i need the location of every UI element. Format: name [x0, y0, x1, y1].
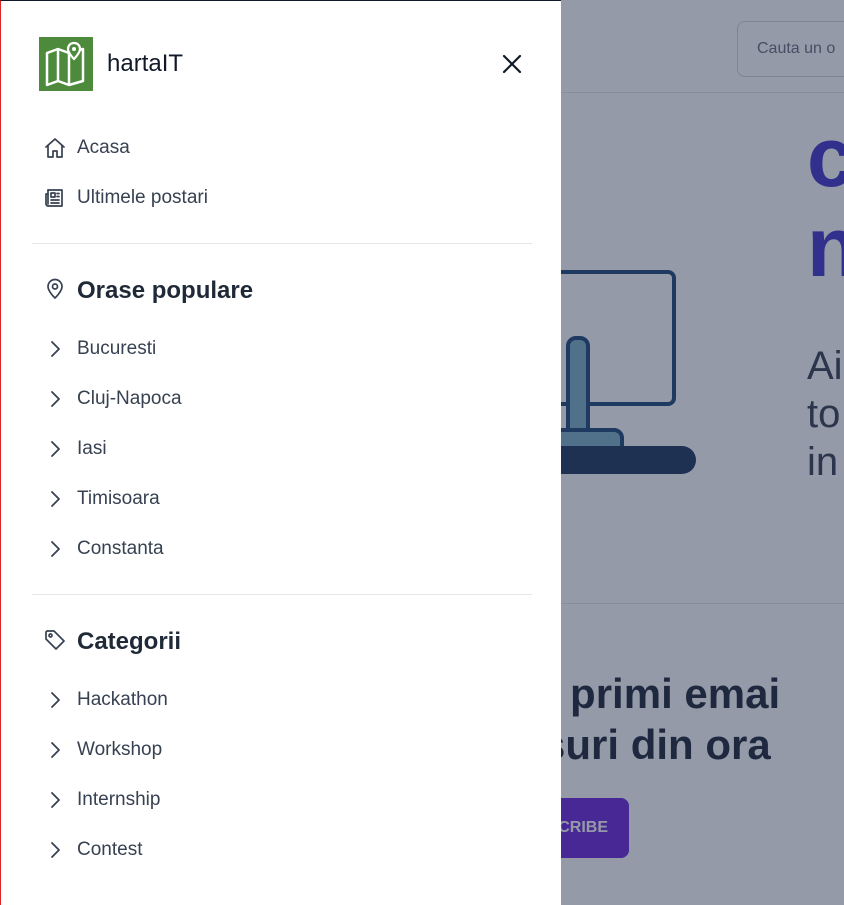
category-link-internship[interactable]: Internship: [43, 785, 160, 815]
city-label: Bucuresti: [77, 338, 157, 359]
city-label: Constanta: [77, 538, 164, 559]
category-link-contest[interactable]: Contest: [43, 835, 142, 865]
chevron-right-icon: [51, 692, 60, 708]
nav-item-acasa[interactable]: Acasa: [43, 133, 130, 163]
category-label: Workshop: [77, 739, 163, 760]
divider: [32, 594, 532, 595]
nav-item-ultimele-postari[interactable]: Ultimele postari: [43, 183, 208, 213]
navigation-drawer: hartaIT Acasa Ultimele postari Orase pop…: [0, 0, 561, 905]
category-label: Hackathon: [77, 689, 168, 710]
city-link-bucuresti[interactable]: Bucuresti: [43, 334, 156, 364]
close-icon: [502, 54, 522, 74]
brand-name: hartaIT: [107, 50, 184, 77]
chevron-right-icon: [51, 541, 60, 557]
section-heading-orase: Orase populare: [43, 273, 253, 309]
chevron-right-icon: [51, 441, 60, 457]
category-label: Contest: [77, 839, 143, 860]
divider: [32, 243, 532, 244]
nav-label: Acasa: [77, 137, 130, 158]
category-label: Internship: [77, 789, 161, 810]
newspaper-icon: [43, 186, 67, 210]
brand[interactable]: hartaIT: [39, 37, 183, 91]
chevron-right-icon: [51, 341, 60, 357]
section-title: Categorii: [77, 628, 182, 655]
city-label: Iasi: [77, 438, 107, 459]
nav-label: Ultimele postari: [77, 187, 208, 208]
chevron-right-icon: [51, 491, 60, 507]
close-button[interactable]: [497, 49, 527, 79]
tag-icon: [43, 628, 67, 657]
category-link-workshop[interactable]: Workshop: [43, 735, 162, 765]
city-label: Timisoara: [77, 488, 160, 509]
city-link-iasi[interactable]: Iasi: [43, 434, 107, 464]
section-title: Orase populare: [77, 277, 254, 304]
city-link-cluj-napoca[interactable]: Cluj-Napoca: [43, 384, 182, 414]
home-icon: [43, 136, 67, 160]
city-link-timisoara[interactable]: Timisoara: [43, 484, 160, 514]
chevron-right-icon: [51, 742, 60, 758]
section-heading-categorii: Categorii: [43, 624, 181, 660]
map-logo-icon: [39, 37, 93, 91]
category-link-hackathon[interactable]: Hackathon: [43, 685, 168, 715]
map-pin-icon: [43, 277, 67, 306]
city-label: Cluj-Napoca: [77, 388, 182, 409]
chevron-right-icon: [51, 842, 60, 858]
chevron-right-icon: [51, 792, 60, 808]
chevron-right-icon: [51, 391, 60, 407]
city-link-constanta[interactable]: Constanta: [43, 534, 164, 564]
